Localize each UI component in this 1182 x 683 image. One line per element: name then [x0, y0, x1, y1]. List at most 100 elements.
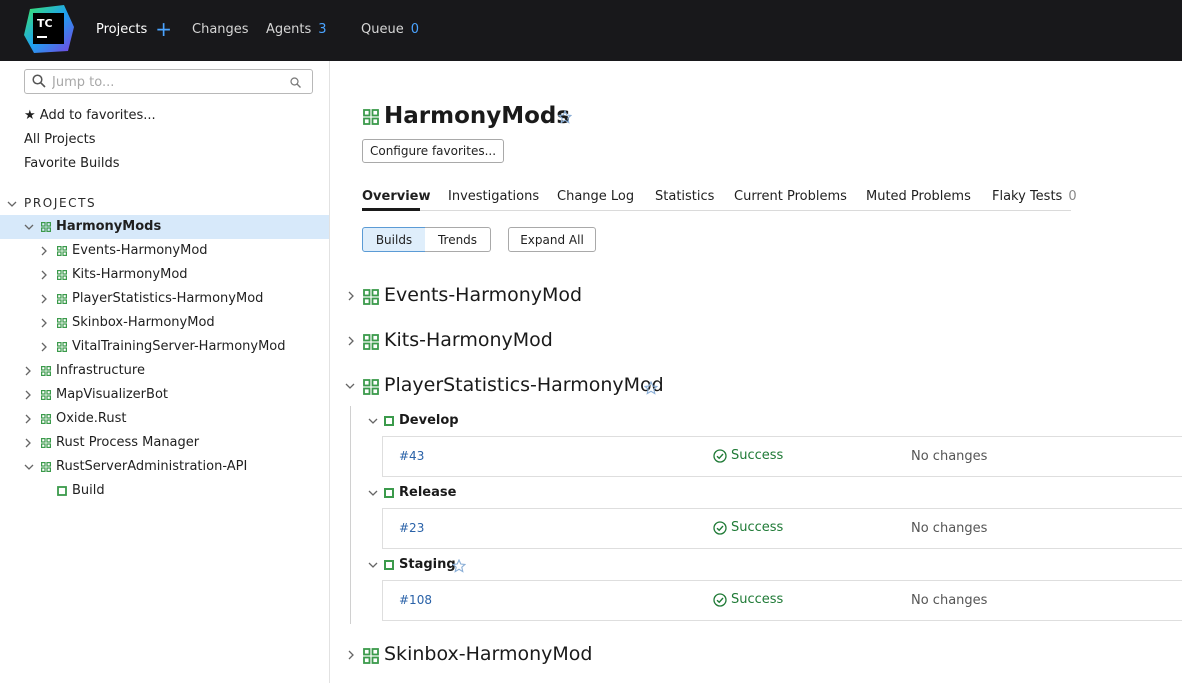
nav-agents-label: Agents — [266, 21, 312, 37]
project-icon — [57, 342, 67, 352]
chevron-down-icon[interactable] — [345, 382, 355, 390]
plus-icon[interactable]: + — [155, 19, 172, 39]
tab-label: Muted Problems — [866, 189, 971, 204]
tree-item-vitaltrainingserver[interactable]: VitalTrainingServer-HarmonyMod — [0, 335, 329, 359]
search-icon — [32, 74, 46, 88]
chevron-down-icon[interactable] — [24, 222, 34, 232]
build-number-link[interactable]: #23 — [399, 521, 424, 535]
tree-item-label: Infrastructure — [56, 363, 145, 378]
tree-guide-line — [350, 406, 351, 624]
chevron-down-icon[interactable] — [7, 199, 17, 209]
star-icon[interactable] — [558, 110, 572, 124]
chevron-right-icon[interactable] — [39, 318, 49, 328]
changes-text[interactable]: No changes — [911, 449, 987, 464]
tab-label: Overview — [362, 189, 431, 204]
tree-item-label: Skinbox-HarmonyMod — [72, 315, 215, 330]
chevron-down-icon[interactable] — [368, 417, 378, 425]
build-type-name[interactable]: Release — [399, 485, 456, 500]
tab-change-log[interactable]: Change Log — [557, 189, 634, 204]
changes-text[interactable]: No changes — [911, 521, 987, 536]
chevron-right-icon[interactable] — [23, 390, 33, 400]
chevron-right-icon[interactable] — [347, 336, 355, 346]
chevron-right-icon[interactable] — [23, 414, 33, 424]
active-tab-indicator — [362, 208, 420, 211]
tab-muted-problems[interactable]: Muted Problems — [866, 189, 971, 204]
project-icon — [41, 414, 51, 424]
success-icon — [713, 521, 727, 535]
tree-item-mapvisualizerbot[interactable]: MapVisualizerBot — [0, 383, 329, 407]
favorite-builds-link[interactable]: Favorite Builds — [24, 156, 120, 171]
search-input[interactable] — [52, 73, 272, 91]
search-submit-icon[interactable] — [290, 77, 301, 88]
top-bar: TC Projects + Changes Agents 3 Queue 0 — [0, 0, 1182, 61]
tree-item-label: PlayerStatistics-HarmonyMod — [72, 291, 264, 306]
view-trends-button[interactable]: Trends — [425, 227, 491, 252]
tree-item-label: Events-HarmonyMod — [72, 243, 208, 258]
build-row[interactable]: #108 Success No changes — [382, 580, 1182, 621]
tree-item-build[interactable]: Build — [0, 479, 329, 503]
build-number-link[interactable]: #108 — [399, 593, 432, 607]
tree-item-harmonymods[interactable]: HarmonyMods — [0, 215, 329, 239]
nav-agents[interactable]: Agents 3 — [266, 0, 327, 58]
build-row[interactable]: #43 Success No changes — [382, 436, 1182, 477]
tree-item-events[interactable]: Events-HarmonyMod — [0, 239, 329, 263]
tree-item-label: HarmonyMods — [56, 219, 162, 234]
project-name[interactable]: Skinbox-HarmonyMod — [384, 643, 593, 665]
chevron-right-icon[interactable] — [39, 294, 49, 304]
tree-item-label: VitalTrainingServer-HarmonyMod — [72, 339, 286, 354]
changes-text[interactable]: No changes — [911, 593, 987, 608]
build-type-name[interactable]: Staging — [399, 557, 456, 572]
tree-item-kits[interactable]: Kits-HarmonyMod — [0, 263, 329, 287]
build-number-link[interactable]: #43 — [399, 449, 424, 463]
project-icon — [57, 270, 67, 280]
tree-item-infrastructure[interactable]: Infrastructure — [0, 359, 329, 383]
teamcity-logo[interactable]: TC — [24, 5, 74, 53]
chevron-right-icon[interactable] — [347, 650, 355, 660]
project-icon — [57, 294, 67, 304]
search-box[interactable] — [24, 69, 313, 94]
view-builds-button[interactable]: Builds — [362, 227, 426, 252]
add-to-favorites-link[interactable]: ★ Add to favorites... — [24, 108, 156, 123]
nav-changes[interactable]: Changes — [192, 0, 249, 58]
chevron-down-icon[interactable] — [24, 462, 34, 472]
tree-item-oxide-rust[interactable]: Oxide.Rust — [0, 407, 329, 431]
chevron-right-icon[interactable] — [23, 366, 33, 376]
projects-header: PROJECTS — [24, 196, 97, 210]
build-config-icon — [57, 486, 67, 496]
all-projects-link[interactable]: All Projects — [24, 132, 96, 147]
tree-item-rust-process-manager[interactable]: Rust Process Manager — [0, 431, 329, 455]
star-icon[interactable] — [452, 559, 466, 573]
build-config-icon — [384, 416, 394, 426]
tab-overview[interactable]: Overview — [362, 189, 431, 204]
project-icon — [41, 366, 51, 376]
chevron-down-icon[interactable] — [368, 489, 378, 497]
nav-queue[interactable]: Queue 0 — [361, 0, 419, 58]
chevron-down-icon[interactable] — [368, 561, 378, 569]
tab-label: Investigations — [448, 189, 540, 204]
tab-statistics[interactable]: Statistics — [655, 189, 714, 204]
tab-current-problems[interactable]: Current Problems — [734, 189, 847, 204]
expand-all-button[interactable]: Expand All — [508, 227, 596, 252]
nav-projects[interactable]: Projects + — [96, 0, 172, 58]
svg-text:TC: TC — [37, 17, 53, 30]
tree-item-skinbox[interactable]: Skinbox-HarmonyMod — [0, 311, 329, 335]
project-name[interactable]: Kits-HarmonyMod — [384, 329, 553, 351]
main-content: HarmonyMods Configure favorites... Overv… — [331, 61, 1182, 683]
project-name[interactable]: Events-HarmonyMod — [384, 284, 582, 306]
tab-investigations[interactable]: Investigations — [448, 189, 539, 204]
tree-item-label: Oxide.Rust — [56, 411, 127, 426]
star-icon[interactable] — [644, 381, 658, 395]
chevron-right-icon[interactable] — [23, 438, 33, 448]
project-name[interactable]: PlayerStatistics-HarmonyMod — [384, 374, 664, 396]
build-row[interactable]: #23 Success No changes — [382, 508, 1182, 549]
build-type-name[interactable]: Develop — [399, 413, 459, 428]
chevron-right-icon[interactable] — [39, 342, 49, 352]
tree-item-rustserveradministration-api[interactable]: RustServerAdministration-API — [0, 455, 329, 479]
chevron-right-icon[interactable] — [39, 246, 49, 256]
configure-favorites-button[interactable]: Configure favorites... — [362, 139, 504, 163]
tab-flaky-tests[interactable]: Flaky Tests 0 — [992, 189, 1077, 204]
chevron-right-icon[interactable] — [347, 291, 355, 301]
chevron-right-icon[interactable] — [39, 270, 49, 280]
tree-item-playerstatistics[interactable]: PlayerStatistics-HarmonyMod — [0, 287, 329, 311]
success-icon — [713, 449, 727, 463]
